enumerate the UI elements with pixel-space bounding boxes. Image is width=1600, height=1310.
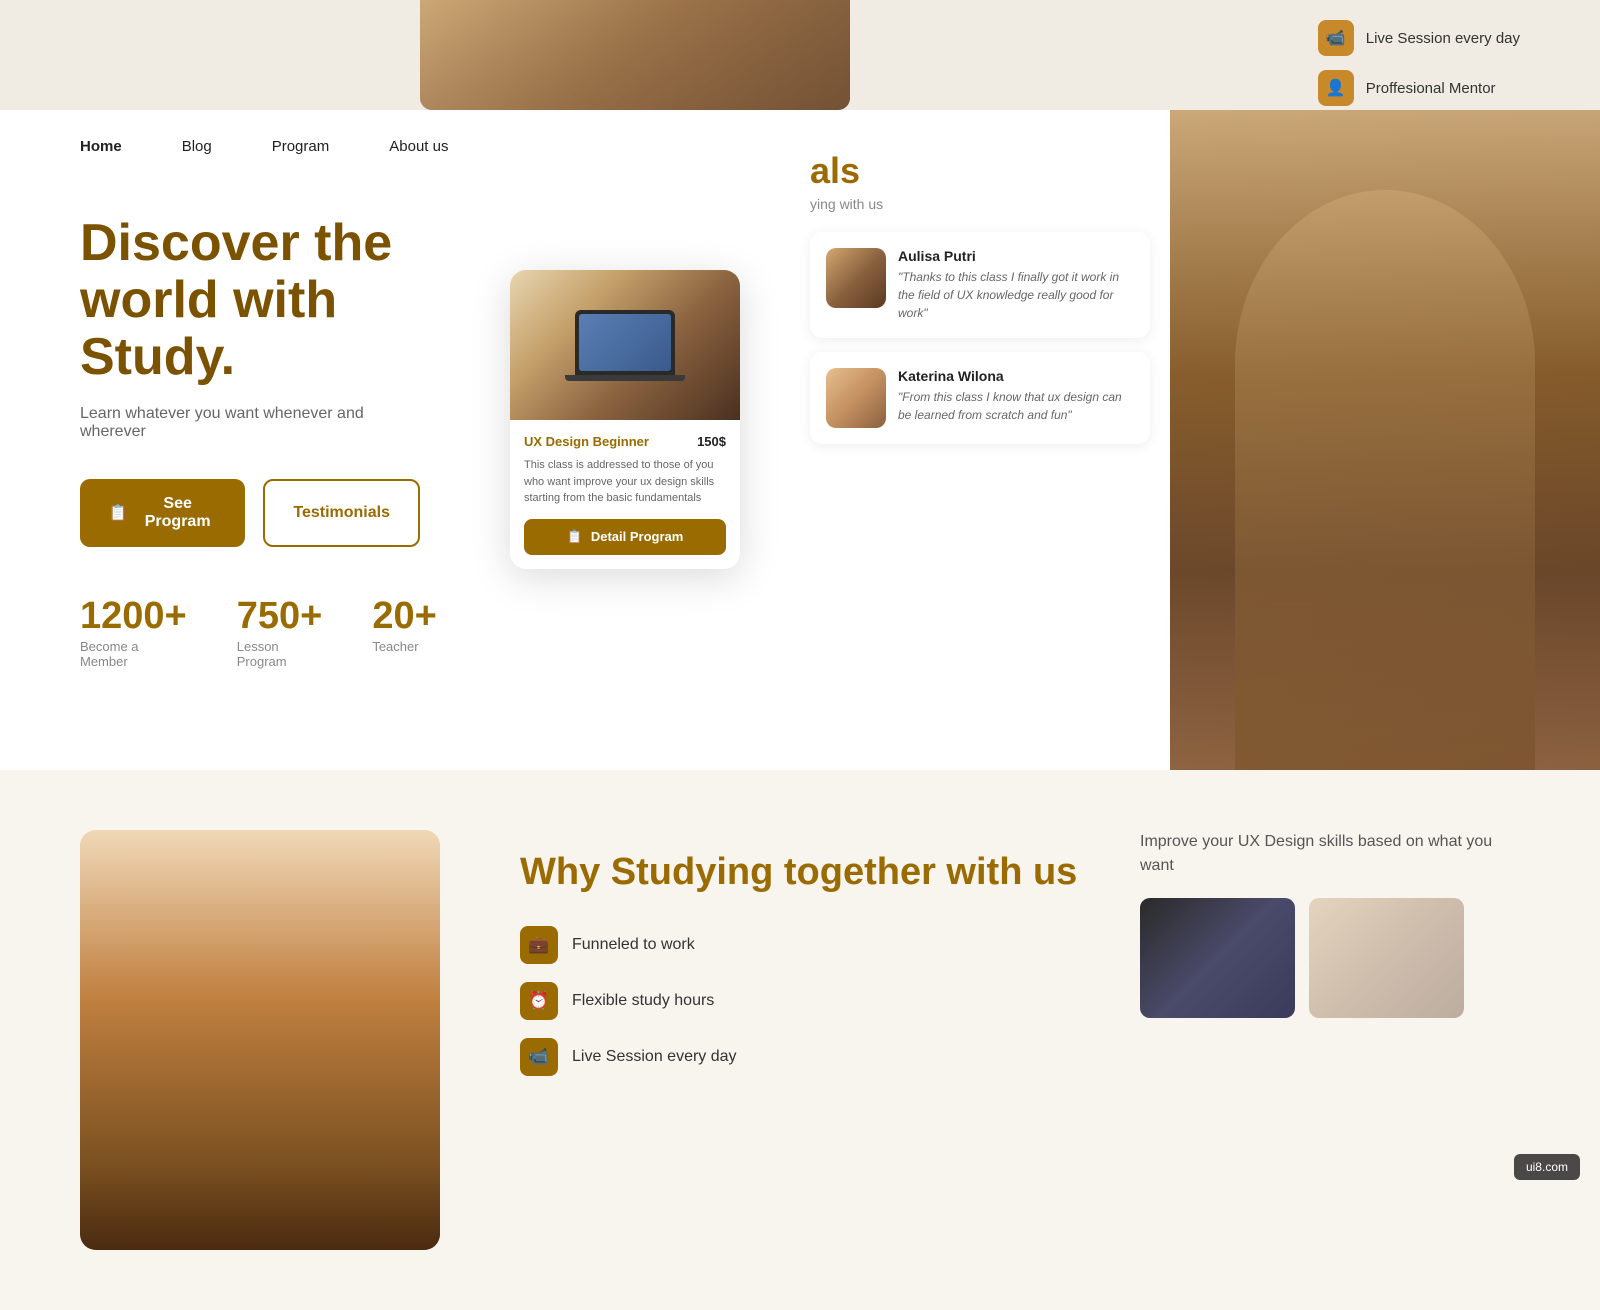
feature-live: 📹 Live Session every day bbox=[520, 1038, 1520, 1076]
stat-teachers: 20+ Teacher bbox=[372, 597, 436, 669]
hero-title: Discover the world with Study. bbox=[80, 215, 420, 387]
improve-text: Improve your UX Design skills based on w… bbox=[1140, 830, 1520, 878]
testimonials-subheading: ying with us bbox=[810, 196, 1150, 212]
laptop-thumbnail bbox=[1140, 898, 1295, 1018]
nav-about[interactable]: About us bbox=[389, 138, 448, 155]
nav-program[interactable]: Program bbox=[272, 138, 330, 155]
course-card: UX Design Beginner 150$ This class is ad… bbox=[510, 270, 740, 569]
hero-buttons: 📋 See Program Testimonials bbox=[80, 479, 420, 547]
clock-icon: ⏰ bbox=[520, 982, 558, 1020]
bottom-right-content: Improve your UX Design skills based on w… bbox=[1140, 830, 1520, 1018]
hero-content: Discover the world with Study. Learn wha… bbox=[0, 155, 500, 729]
detail-program-button[interactable]: 📋 Detail Program bbox=[524, 519, 726, 555]
feature-mentor: 👤 Proffesional Mentor bbox=[1318, 70, 1520, 106]
course-description: This class is addressed to those of you … bbox=[524, 457, 726, 507]
hero-subtitle: Learn whatever you want whenever and whe… bbox=[80, 405, 420, 441]
stat-members: 1200+ Become a Member bbox=[80, 597, 187, 669]
book-icon: 📋 bbox=[108, 503, 128, 523]
top-features: 📹 Live Session every day 👤 Proffesional … bbox=[1318, 20, 1520, 106]
course-card-header: UX Design Beginner 150$ bbox=[524, 434, 726, 449]
course-price: 150$ bbox=[697, 434, 726, 449]
course-image-content bbox=[510, 270, 740, 420]
outdoor-thumbnail bbox=[1309, 898, 1464, 1018]
testimonials-heading: als bbox=[810, 150, 1150, 192]
book-icon-2: 📋 bbox=[567, 529, 583, 545]
avatar-katerina bbox=[826, 368, 886, 428]
laptop-base bbox=[565, 375, 685, 381]
testimonial-name-1: Aulisa Putri bbox=[898, 248, 1134, 264]
laptop-shape bbox=[575, 310, 675, 375]
testimonials-section: als ying with us Aulisa Putri "Thanks to… bbox=[810, 150, 1150, 458]
testimonial-card-2: Katerina Wilona "From this class I know … bbox=[810, 352, 1150, 444]
bottom-images-row bbox=[1140, 898, 1520, 1018]
testimonial-quote-1: "Thanks to this class I finally got it w… bbox=[898, 268, 1134, 322]
testimonial-card-1: Aulisa Putri "Thanks to this class I fin… bbox=[810, 232, 1150, 338]
testimonials-button[interactable]: Testimonials bbox=[263, 479, 420, 547]
testimonial-name-2: Katerina Wilona bbox=[898, 368, 1134, 384]
course-title: UX Design Beginner bbox=[524, 434, 649, 449]
top-partial-section: 📹 Live Session every day 👤 Proffesional … bbox=[0, 0, 1600, 110]
stat-lessons: 750+ Lesson Program bbox=[237, 597, 323, 669]
testimonial-content-2: Katerina Wilona "From this class I know … bbox=[898, 368, 1134, 424]
top-partial-image bbox=[420, 0, 850, 110]
nav-blog[interactable]: Blog bbox=[182, 138, 212, 155]
course-card-body: UX Design Beginner 150$ This class is ad… bbox=[510, 420, 740, 569]
testimonial-content-1: Aulisa Putri "Thanks to this class I fin… bbox=[898, 248, 1134, 322]
see-program-button[interactable]: 📋 See Program bbox=[80, 479, 245, 547]
watermark: ui8.com bbox=[1514, 1154, 1580, 1180]
bottom-section: Why Studying together with us 💼 Funneled… bbox=[0, 770, 1600, 1310]
course-card-image bbox=[510, 270, 740, 420]
briefcase-icon: 💼 bbox=[520, 926, 558, 964]
main-section: Home Blog Program About us Discover the … bbox=[0, 110, 1600, 770]
video-icon: 📹 bbox=[1318, 20, 1354, 56]
laptop-screen bbox=[579, 314, 671, 371]
testimonial-quote-2: "From this class I know that ux design c… bbox=[898, 388, 1134, 424]
student-image bbox=[80, 830, 440, 1250]
person-icon: 👤 bbox=[1318, 70, 1354, 106]
person-silhouette bbox=[1235, 190, 1535, 770]
video-icon-2: 📹 bbox=[520, 1038, 558, 1076]
avatar-aulisa bbox=[826, 248, 886, 308]
stats-row: 1200+ Become a Member 750+ Lesson Progra… bbox=[80, 597, 420, 669]
nav-home[interactable]: Home bbox=[80, 138, 122, 155]
bottom-left-image bbox=[80, 830, 440, 1250]
hero-image bbox=[1170, 110, 1600, 770]
feature-live-session: 📹 Live Session every day bbox=[1318, 20, 1520, 56]
